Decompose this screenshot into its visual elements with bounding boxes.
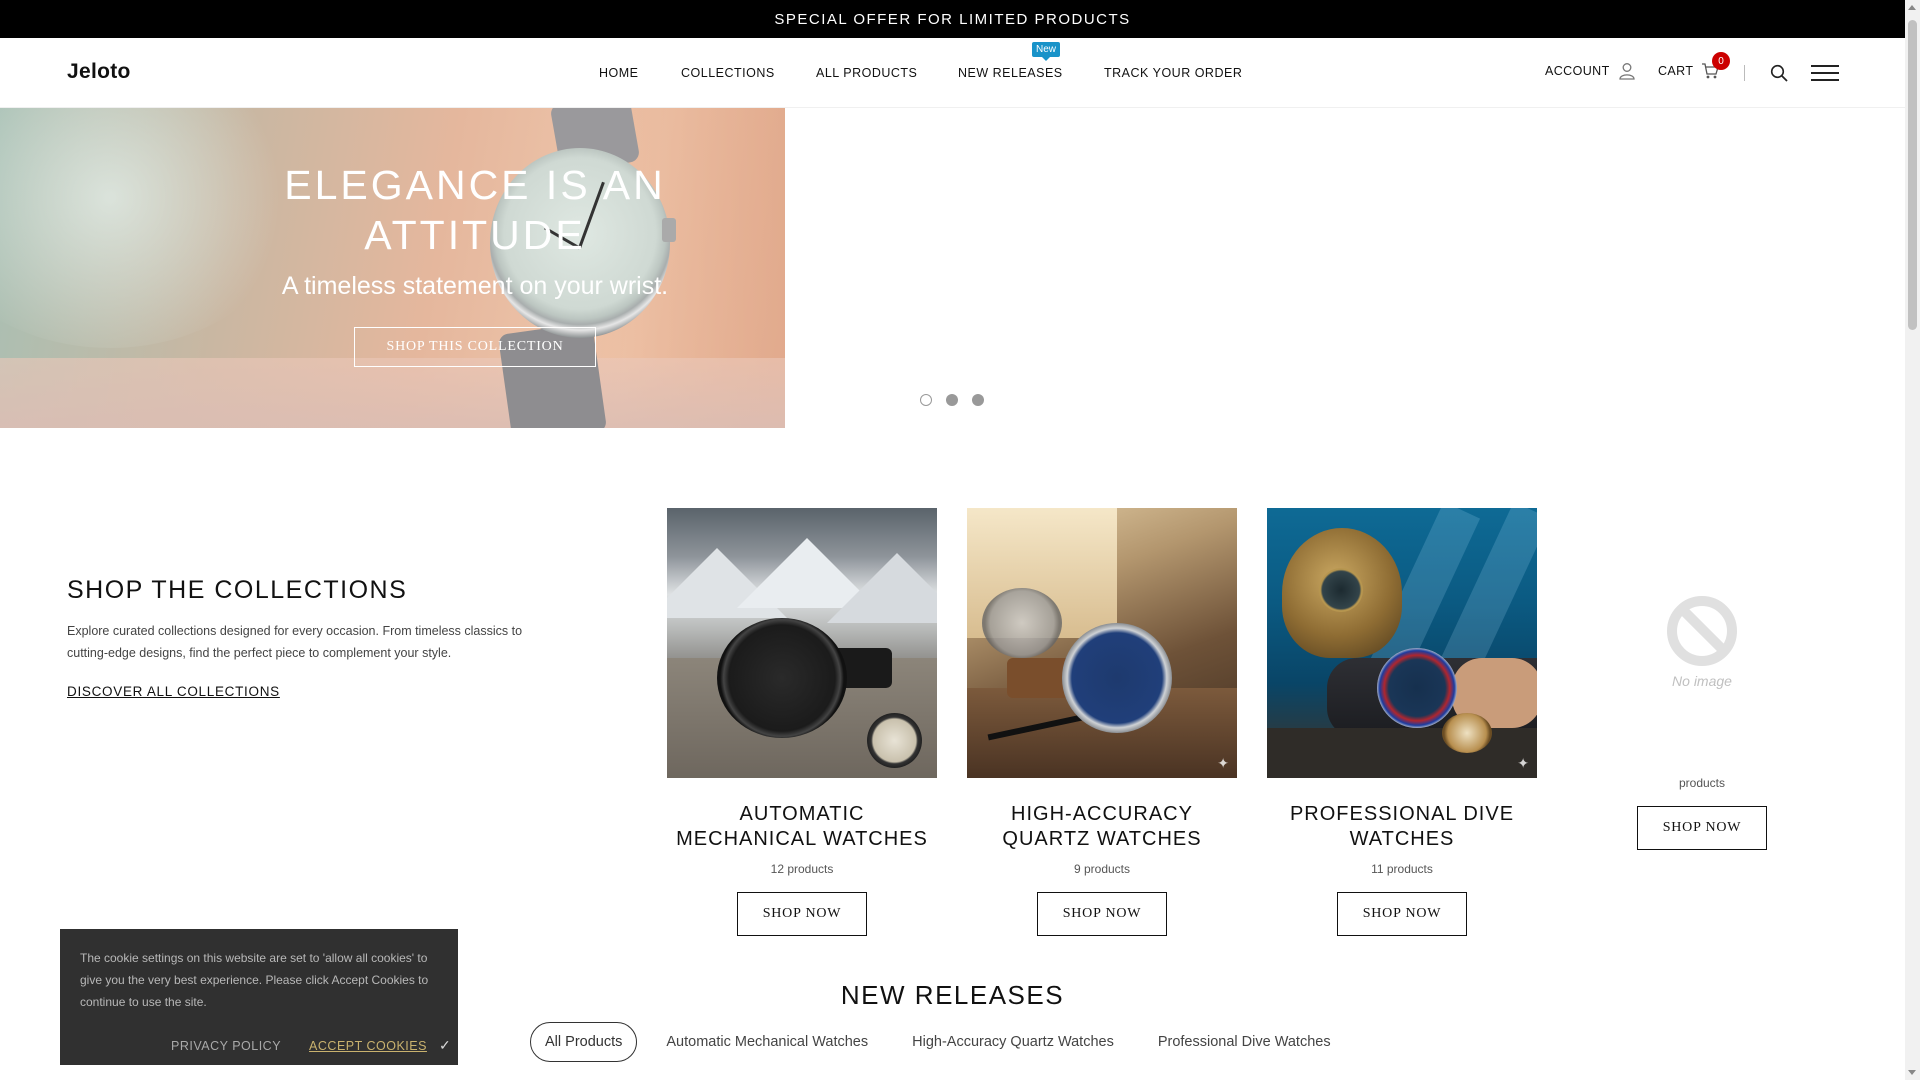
slider-dot-1[interactable]: [920, 394, 932, 406]
nav-home[interactable]: HOME: [599, 66, 639, 80]
collection-image-dive[interactable]: ✦: [1267, 508, 1537, 778]
header-divider: [1744, 65, 1745, 81]
collections-title: SHOP THE COLLECTIONS: [67, 576, 408, 604]
search-icon[interactable]: [1770, 64, 1788, 82]
scroll-up-arrow-icon[interactable]: [1908, 5, 1916, 10]
cookie-banner: The cookie settings on this website are …: [60, 929, 458, 1065]
collection-count: 12 products: [770, 862, 834, 876]
seabed: [1267, 728, 1537, 778]
filter-quartz[interactable]: High-Accuracy Quartz Watches: [897, 1022, 1129, 1062]
slider-dot-3[interactable]: [972, 394, 984, 406]
nav-track-order[interactable]: TRACK YOUR ORDER: [1104, 66, 1242, 80]
privacy-policy-link[interactable]: PRIVACY POLICY: [171, 1039, 281, 1053]
collection-image-placeholder[interactable]: No image: [1567, 508, 1837, 778]
compass: [867, 713, 922, 768]
collection-card: AUTOMATIC MECHANICAL WATCHES 12 products…: [667, 508, 937, 936]
watch: [1062, 623, 1172, 733]
hero-subtitle: A timeless statement on your wrist.: [281, 272, 669, 300]
collection-card: ✦ PROFESSIONAL DIVE WATCHES 11 products …: [1267, 508, 1537, 936]
compass: [1442, 713, 1492, 753]
collection-card: No image products SHOP NOW: [1567, 508, 1837, 850]
slider-dots: [920, 394, 984, 406]
site-header: Jeloto HOME COLLECTIONS ALL PRODUCTS NEW…: [0, 38, 1905, 108]
collection-count: 9 products: [1073, 862, 1131, 876]
filter-all-products[interactable]: All Products: [530, 1022, 638, 1062]
scrollbar-thumb[interactable]: [1908, 20, 1917, 330]
collection-name[interactable]: AUTOMATIC MECHANICAL WATCHES: [667, 802, 937, 852]
announcement-bar: SPECIAL OFFER FOR LIMITED PRODUCTS: [0, 0, 1905, 38]
collection-count: products: [1678, 776, 1726, 790]
slider-dot-2[interactable]: [946, 394, 958, 406]
cookie-actions: PRIVACY POLICY ACCEPT COOKIES ✓: [171, 1037, 451, 1054]
account-label: ACCOUNT: [1545, 64, 1610, 78]
check-icon: ✓: [438, 1037, 452, 1053]
filter-dive[interactable]: Professional Dive Watches: [1143, 1022, 1346, 1062]
accept-cookies-button[interactable]: ACCEPT COOKIES: [309, 1039, 427, 1053]
collection-name[interactable]: HIGH-ACCURACY QUARTZ WATCHES: [967, 802, 1237, 852]
watch: [1377, 648, 1457, 728]
collections-description: Explore curated collections designed for…: [67, 624, 523, 660]
sparkle-icon: ✦: [1517, 755, 1529, 771]
mountain: [827, 553, 937, 623]
discover-all-collections-link[interactable]: DISCOVER ALL COLLECTIONS: [67, 684, 280, 699]
no-image-label: No image: [1672, 673, 1732, 689]
collection-name[interactable]: PROFESSIONAL DIVE WATCHES: [1267, 802, 1537, 852]
cookie-message: The cookie settings on this website are …: [80, 951, 429, 1009]
collection-image-automatic[interactable]: [667, 508, 937, 778]
account-link[interactable]: ACCOUNT: [1545, 62, 1636, 80]
sparkle-icon: ✦: [1217, 755, 1229, 771]
cart-count-badge: 0: [1712, 52, 1730, 70]
new-releases-filters: All Products Automatic Mechanical Watche…: [530, 1022, 1346, 1062]
user-icon: [1618, 63, 1635, 80]
hamburger-menu-icon[interactable]: [1811, 64, 1839, 82]
shop-now-button[interactable]: SHOP NOW: [1336, 892, 1468, 936]
scroll-down-arrow-icon[interactable]: [1908, 1070, 1916, 1075]
hero-title: ELEGANCE IS AN ATTITUDE: [284, 162, 666, 258]
collection-count: 11 products: [1371, 862, 1433, 876]
shop-this-collection-button[interactable]: SHOP THIS COLLECTION: [354, 327, 596, 367]
nav-new-releases-label: NEW RELEASES: [958, 66, 1063, 80]
watch-background: [982, 588, 1062, 658]
hero-content: ELEGANCE IS AN ATTITUDE A timeless state…: [210, 160, 740, 367]
cart-link[interactable]: CART: [1658, 62, 1720, 80]
helmet-porthole: [1319, 568, 1363, 612]
filter-automatic[interactable]: Automatic Mechanical Watches: [651, 1022, 883, 1062]
collection-image-quartz[interactable]: ✦: [967, 508, 1237, 778]
cart-label: CART: [1658, 64, 1694, 78]
hero-table: [0, 358, 785, 428]
nav-all-products[interactable]: ALL PRODUCTS: [816, 66, 917, 80]
shop-now-button[interactable]: SHOP NOW: [736, 892, 868, 936]
collection-card: ✦ HIGH-ACCURACY QUARTZ WATCHES 9 product…: [967, 508, 1237, 936]
hero-banner-image: ELEGANCE IS AN ATTITUDE A timeless state…: [0, 108, 785, 428]
page-scrollbar[interactable]: [1905, 0, 1920, 1080]
watch: [717, 618, 847, 738]
new-badge: New: [1032, 42, 1061, 61]
nav-collections[interactable]: COLLECTIONS: [681, 66, 775, 80]
shop-now-button[interactable]: SHOP NOW: [1036, 892, 1168, 936]
shop-now-button[interactable]: SHOP NOW: [1636, 806, 1768, 850]
nav-new-releases[interactable]: NEW RELEASES New: [958, 42, 1063, 80]
announcement-text: SPECIAL OFFER FOR LIMITED PRODUCTS: [774, 10, 1131, 28]
